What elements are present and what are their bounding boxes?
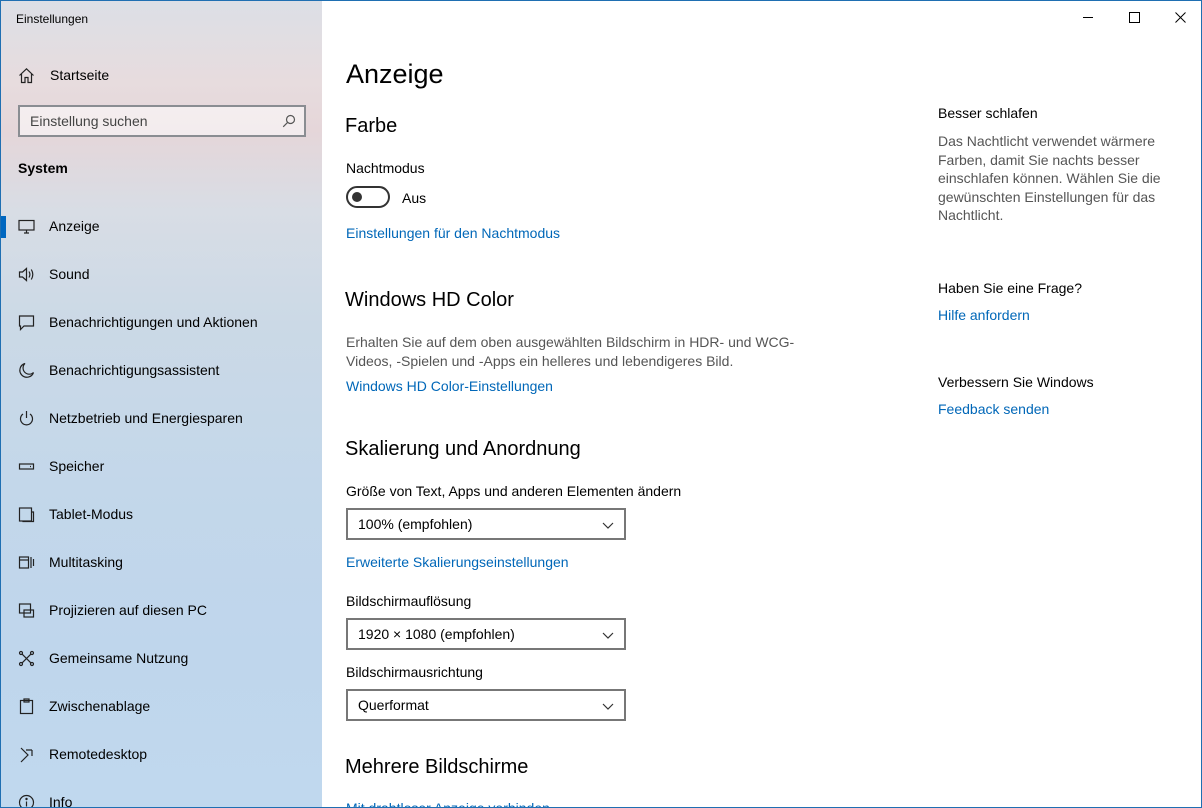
sleep-heading: Besser schlafen bbox=[938, 105, 1038, 121]
sidebar-item-zwischenablage[interactable]: Zwischenablage bbox=[1, 687, 322, 727]
sidebar-item-remotedesktop[interactable]: Remotedesktop bbox=[1, 735, 322, 775]
home-nav-item[interactable]: Startseite bbox=[1, 59, 322, 91]
hdcolor-settings-link[interactable]: Windows HD Color-Einstellungen bbox=[346, 378, 553, 394]
notification-icon bbox=[18, 314, 35, 331]
orientation-label: Bildschirmausrichtung bbox=[346, 664, 483, 680]
sidebar-item-projizieren[interactable]: Projizieren auf diesen PC bbox=[1, 591, 322, 631]
sidebar-item-benachrichtigungsassistent[interactable]: Benachrichtigungsassistent bbox=[1, 351, 322, 391]
advanced-scaling-link[interactable]: Erweiterte Skalierungseinstellungen bbox=[346, 554, 569, 570]
search-placeholder: Einstellung suchen bbox=[30, 113, 148, 129]
sleep-description: Das Nachtlicht verwendet wärmere Farben,… bbox=[938, 133, 1161, 223]
orientation-dropdown[interactable]: Querformat bbox=[346, 689, 626, 721]
scaling-size-dropdown[interactable]: 100% (empfohlen) bbox=[346, 508, 626, 540]
sidebar-item-label: Zwischenablage bbox=[49, 698, 151, 714]
section-heading-hdcolor: Windows HD Color bbox=[345, 289, 514, 311]
sidebar-item-netzbetrieb[interactable]: Netzbetrieb und Energiesparen bbox=[1, 399, 322, 439]
sidebar-item-label: Multitasking bbox=[49, 554, 123, 570]
feedback-link[interactable]: Feedback senden bbox=[938, 401, 1049, 417]
sidebar-item-anzeige[interactable]: Anzeige bbox=[1, 207, 322, 247]
maximize-button[interactable] bbox=[1111, 1, 1157, 33]
window-title: Einstellungen bbox=[16, 12, 89, 26]
minimize-button[interactable] bbox=[1065, 1, 1111, 33]
settings-window: Einstellungen Startseite Einstellung suc… bbox=[0, 0, 1202, 808]
dropdown-value: 100% (empfohlen) bbox=[358, 516, 473, 532]
question-heading: Haben Sie eine Frage? bbox=[938, 280, 1082, 296]
nightmode-state: Aus bbox=[402, 190, 427, 206]
improve-heading: Verbessern Sie Windows bbox=[938, 374, 1094, 390]
section-heading-scaling: Skalierung und Anordnung bbox=[345, 438, 581, 460]
storage-icon bbox=[18, 458, 35, 475]
page-title: Anzeige bbox=[346, 59, 444, 89]
remote-icon bbox=[18, 746, 35, 763]
sidebar-item-sound[interactable]: Sound bbox=[1, 255, 322, 295]
minimize-icon bbox=[1083, 17, 1093, 18]
clipboard-icon bbox=[18, 698, 35, 715]
dropdown-value: 1920 × 1080 (empfohlen) bbox=[358, 626, 515, 642]
sidebar-item-label: Tablet-Modus bbox=[49, 506, 134, 522]
sidebar-item-label: Benachrichtigungen und Aktionen bbox=[49, 314, 258, 330]
chevron-down-icon bbox=[602, 699, 614, 711]
nightmode-label: Nachtmodus bbox=[346, 160, 425, 176]
info-icon bbox=[18, 794, 35, 807]
sidebar-item-label: Speicher bbox=[49, 458, 105, 474]
sidebar: Einstellungen Startseite Einstellung suc… bbox=[1, 1, 322, 808]
sidebar-item-speicher[interactable]: Speicher bbox=[1, 447, 322, 487]
sidebar-item-label: Projizieren auf diesen PC bbox=[49, 602, 207, 618]
chevron-down-icon bbox=[602, 518, 614, 530]
sidebar-item-info[interactable]: Info bbox=[1, 783, 322, 808]
dropdown-value: Querformat bbox=[358, 697, 429, 713]
sidebar-item-label: Anzeige bbox=[49, 218, 100, 234]
sidebar-item-tablet-modus[interactable]: Tablet-Modus bbox=[1, 495, 322, 535]
close-icon bbox=[1175, 12, 1186, 23]
speaker-icon bbox=[18, 266, 35, 283]
sidebar-item-label: Netzbetrieb und Energiesparen bbox=[49, 410, 243, 426]
close-button[interactable] bbox=[1157, 1, 1201, 33]
search-icon[interactable] bbox=[282, 114, 296, 128]
multitasking-icon bbox=[18, 554, 35, 571]
sidebar-item-label: Benachrichtigungsassistent bbox=[49, 362, 220, 378]
section-heading-farbe: Farbe bbox=[345, 115, 398, 137]
sidebar-item-label: Sound bbox=[49, 266, 90, 282]
section-heading-multi: Mehrere Bildschirme bbox=[345, 756, 529, 778]
maximize-icon bbox=[1129, 12, 1140, 23]
sidebar-section-title: System bbox=[18, 160, 68, 176]
moon-icon bbox=[18, 362, 35, 379]
wireless-display-link[interactable]: Mit drahtloser Anzeige verbinden bbox=[346, 800, 550, 807]
home-icon bbox=[18, 67, 35, 84]
home-label: Startseite bbox=[50, 67, 110, 83]
sidebar-item-label: Gemeinsame Nutzung bbox=[49, 650, 189, 666]
hdcolor-description: Erhalten Sie auf dem oben ausgewählten B… bbox=[346, 334, 795, 369]
resolution-label: Bildschirmauflösung bbox=[346, 593, 472, 609]
help-link[interactable]: Hilfe anfordern bbox=[938, 307, 1030, 323]
project-icon bbox=[18, 602, 35, 619]
sidebar-item-multitasking[interactable]: Multitasking bbox=[1, 543, 322, 583]
sidebar-item-label: Remotedesktop bbox=[49, 746, 148, 762]
scaling-size-label: Größe von Text, Apps und anderen Element… bbox=[346, 483, 682, 499]
nightmode-settings-link[interactable]: Einstellungen für den Nachtmodus bbox=[346, 225, 560, 241]
tablet-icon bbox=[18, 506, 35, 523]
nightmode-toggle[interactable] bbox=[346, 186, 390, 208]
sidebar-item-label: Info bbox=[49, 794, 73, 808]
display-icon bbox=[18, 218, 35, 235]
power-icon bbox=[18, 410, 35, 427]
toggle-knob bbox=[352, 192, 362, 202]
selection-indicator bbox=[1, 216, 6, 238]
resolution-dropdown[interactable]: 1920 × 1080 (empfohlen) bbox=[346, 618, 626, 650]
sidebar-item-gemeinsame-nutzung[interactable]: Gemeinsame Nutzung bbox=[1, 639, 322, 679]
share-icon bbox=[18, 650, 35, 667]
sidebar-item-benachrichtigungen[interactable]: Benachrichtigungen und Aktionen bbox=[1, 303, 322, 343]
chevron-down-icon bbox=[602, 628, 614, 640]
search-input[interactable]: Einstellung suchen bbox=[18, 105, 306, 137]
